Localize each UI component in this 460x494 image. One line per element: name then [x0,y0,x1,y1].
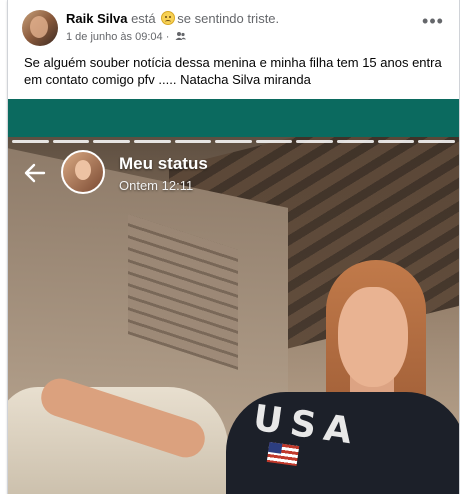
flag-icon [266,442,300,466]
post-text: Se alguém souber notícia dessa menina e … [24,55,442,87]
ellipsis-icon: ••• [422,11,444,31]
friends-icon[interactable] [175,31,187,44]
author-avatar[interactable] [22,10,58,46]
arrow-left-icon[interactable] [22,160,48,186]
status-title: Meu status [119,154,208,173]
post-meta: 1 de junho às 09:04 · [66,31,187,44]
sad-face-icon [161,11,176,25]
feeling-text: se sentindo triste. [177,11,280,26]
status-progress-bar [12,140,456,143]
author-name[interactable]: Raik Silva [66,11,127,26]
author-line: Raik Silva está se sentindo triste. [66,11,279,26]
status-avatar[interactable] [61,150,105,194]
post-card: Raik Silva está se sentindo triste. 1 de… [7,0,460,494]
status-photo[interactable]: USA Meu status Ontem 12:11 [8,137,459,494]
status-header-band [8,99,459,137]
post-header: Raik Silva está se sentindo triste. 1 de… [8,0,459,48]
more-options-button[interactable]: ••• [421,11,445,34]
feeling-prefix: está [131,11,156,26]
post-date[interactable]: 1 de junho às 09:04 [66,31,163,43]
status-time: Ontem 12:11 [119,178,194,193]
